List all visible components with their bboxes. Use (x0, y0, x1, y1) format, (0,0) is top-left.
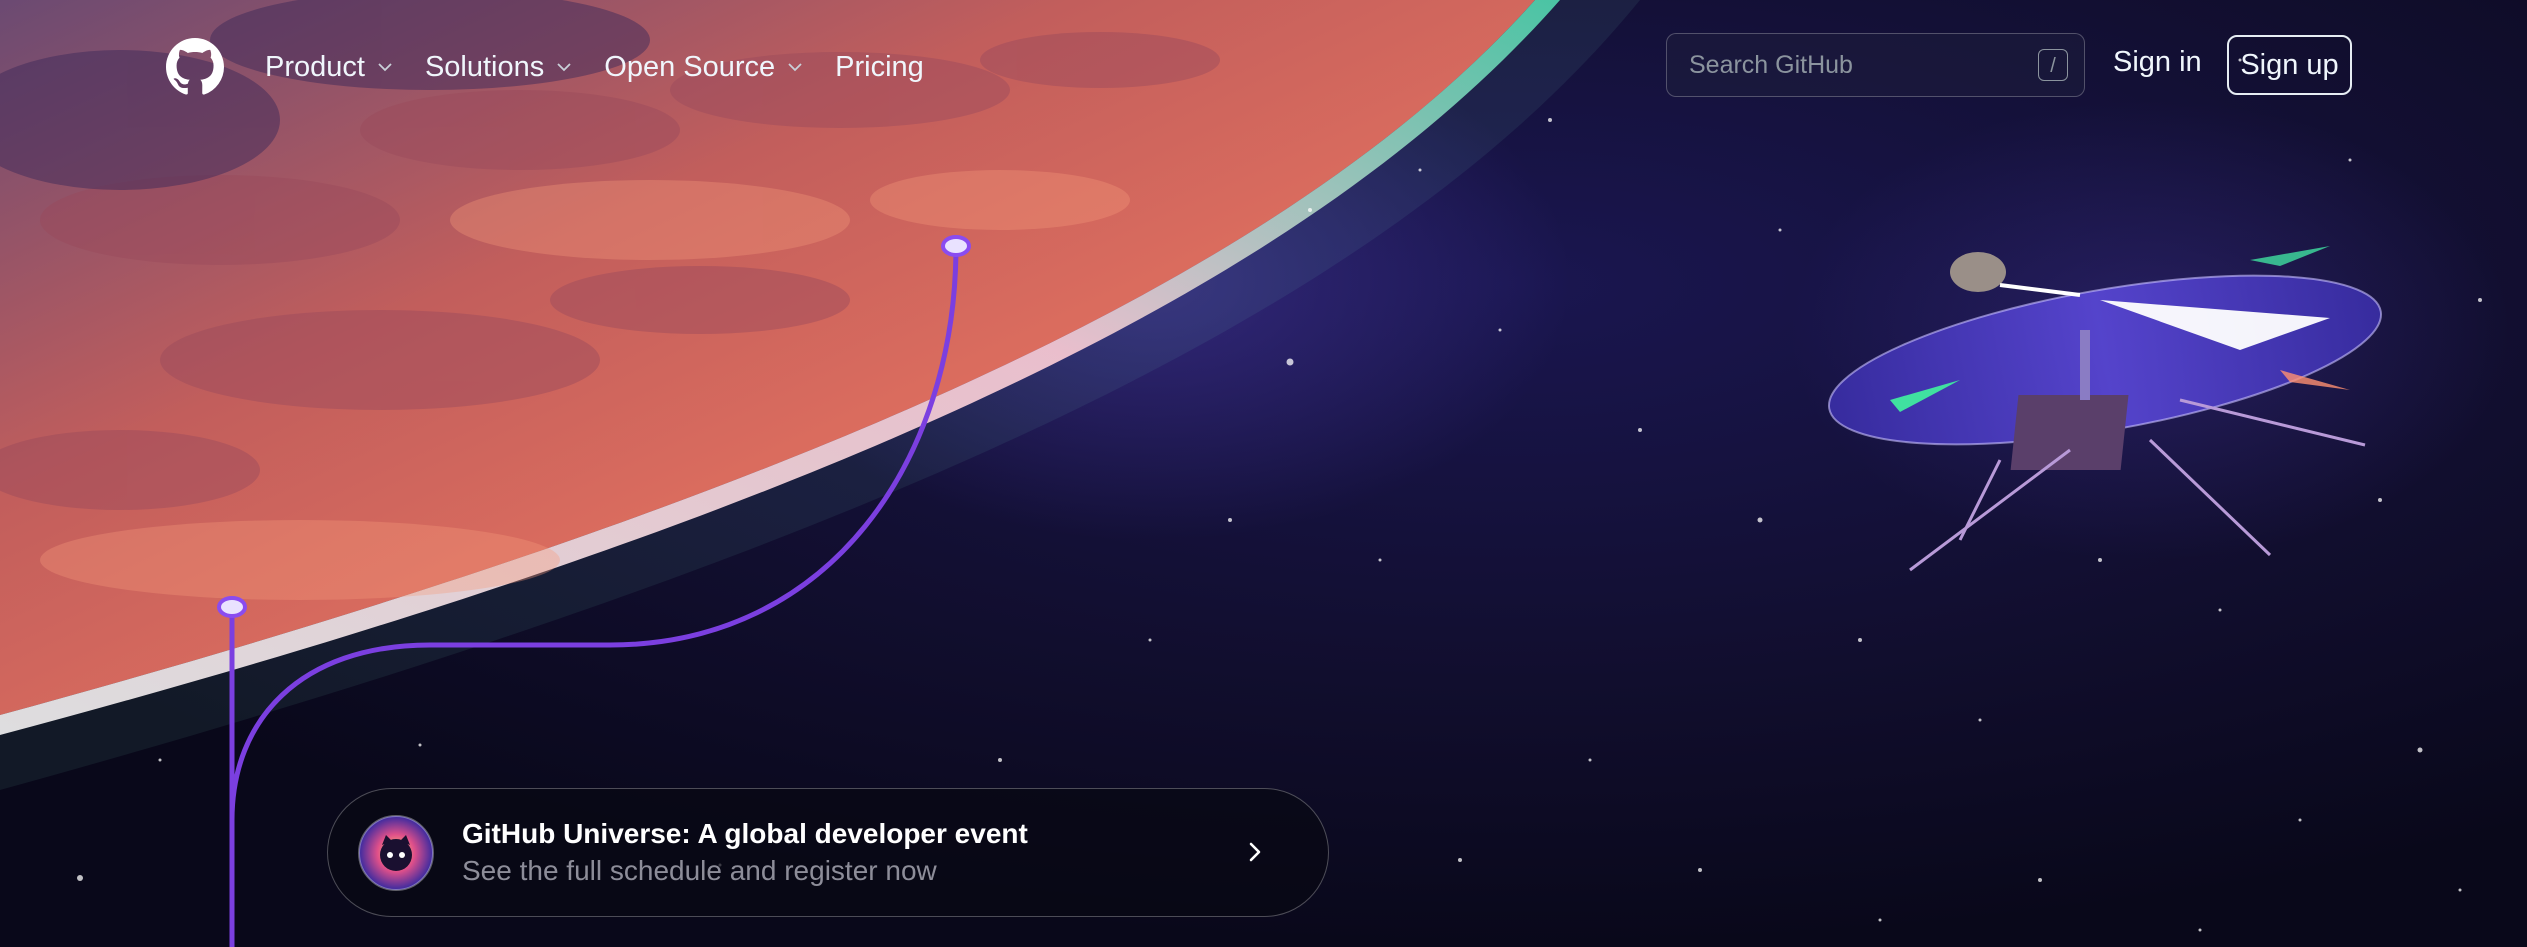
universe-banner[interactable]: GitHub Universe: A global developer even… (327, 788, 1329, 917)
nav-product-label: Product (265, 50, 365, 83)
sign-up-button[interactable]: Sign up (2227, 35, 2352, 95)
site-header: Product Solutions Open Source Pricing Se… (0, 0, 2527, 134)
nav-solutions-label: Solutions (424, 50, 545, 83)
search-shortcut-key: / (2038, 49, 2068, 81)
search-input[interactable]: Search GitHub / (1666, 33, 2085, 97)
main-nav: Product Solutions Open Source Pricing (265, 42, 954, 92)
nav-solutions[interactable]: Solutions (425, 51, 574, 84)
sign-in-link[interactable]: Sign in (2113, 46, 2202, 79)
github-mark-icon[interactable] (166, 38, 224, 96)
chevron-down-icon (378, 63, 392, 72)
universe-octocat-icon (358, 815, 434, 891)
chevron-right-icon (1249, 842, 1261, 862)
nav-product[interactable]: Product (265, 51, 395, 84)
nav-pricing[interactable]: Pricing (835, 51, 924, 84)
nav-pricing-label: Pricing (835, 50, 924, 83)
nav-open-source[interactable]: Open Source (604, 51, 805, 84)
nav-open-source-label: Open Source (604, 50, 776, 83)
banner-subtitle: See the full schedule and register now (462, 855, 937, 886)
chevron-down-icon (788, 63, 802, 72)
chevron-down-icon (557, 63, 571, 72)
banner-title: GitHub Universe: A global developer even… (462, 818, 1028, 849)
search-placeholder: Search GitHub (1689, 51, 1853, 79)
